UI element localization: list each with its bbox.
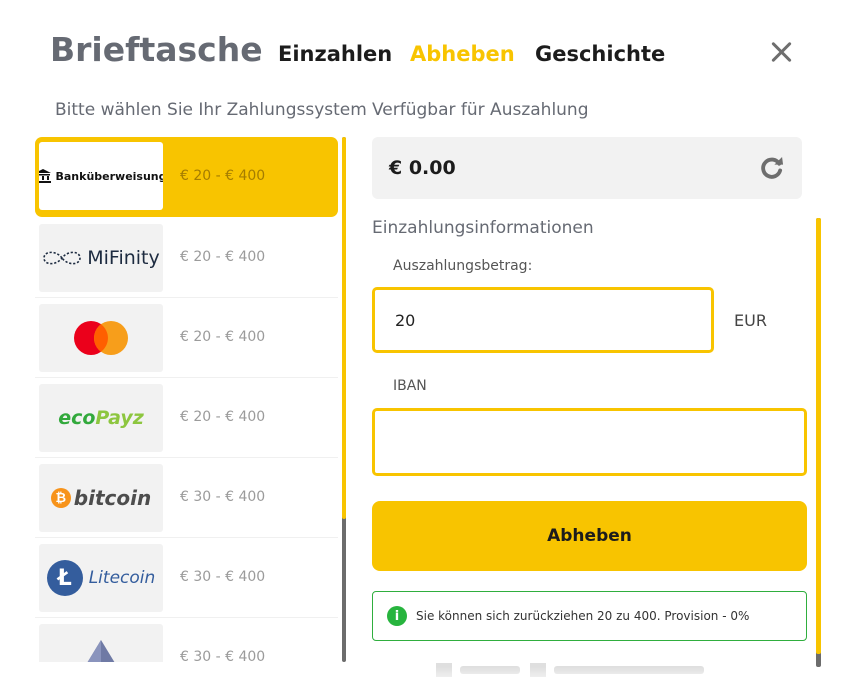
ecopayz-logo: ecoPayz: [39, 384, 163, 452]
info-heading: Einzahlungsinformationen: [372, 218, 594, 238]
iban-input[interactable]: [372, 408, 807, 476]
method-range: € 30 - € 400: [180, 649, 266, 662]
bank-logo-text: Banküberweisung: [55, 169, 163, 183]
ethereum-icon: [87, 640, 115, 662]
notice-text: Sie können sich zurückziehen 20 zu 400. …: [416, 609, 750, 623]
method-bitcoin[interactable]: ₿ bitcoin € 30 - € 400: [35, 458, 338, 538]
method-range: € 30 - € 400: [180, 489, 266, 505]
method-range: € 20 - € 400: [180, 329, 266, 345]
methods-scrollbar-thumb[interactable]: [342, 137, 346, 519]
bank-icon: [39, 169, 52, 183]
amount-input[interactable]: [372, 287, 714, 353]
page-title: Brieftasche: [50, 30, 263, 69]
ethereum-logo: [39, 624, 163, 662]
infinity-icon: [43, 251, 82, 265]
refresh-icon[interactable]: [759, 156, 784, 181]
method-range: € 20 - € 400: [180, 249, 266, 265]
method-mastercard[interactable]: € 20 - € 400: [35, 298, 338, 378]
method-litecoin[interactable]: Ł Litecoin € 30 - € 400: [35, 538, 338, 618]
method-ecopayz[interactable]: ecoPayz € 20 - € 400: [35, 378, 338, 458]
tab-einzahlen[interactable]: Einzahlen: [278, 42, 392, 66]
bitcoin-icon: ₿: [50, 488, 71, 508]
litecoin-icon: Ł: [46, 560, 83, 596]
bank-transfer-logo: Banküberweisung: [39, 142, 163, 210]
method-mifinity[interactable]: MiFinity € 20 - € 400: [35, 218, 338, 298]
method-range: € 20 - € 400: [180, 168, 266, 184]
method-range: € 20 - € 400: [180, 409, 266, 425]
info-notice: i Sie können sich zurückziehen 20 zu 400…: [372, 591, 807, 641]
bottom-fade: [360, 667, 850, 700]
iban-label: IBAN: [393, 378, 427, 394]
bitcoin-logo: ₿ bitcoin: [39, 464, 163, 532]
balance-box: € 0.00: [372, 137, 802, 199]
mastercard-logo: [39, 304, 163, 372]
amount-label: Auszahlungsbetrag:: [393, 258, 533, 274]
mifinity-logo: MiFinity: [39, 224, 163, 292]
withdraw-button[interactable]: Abheben: [372, 501, 807, 571]
litecoin-logo: Ł Litecoin: [39, 544, 163, 612]
close-icon[interactable]: [768, 38, 796, 66]
info-icon: i: [387, 606, 407, 626]
method-range: € 30 - € 400: [180, 569, 266, 585]
payment-method-list: Banküberweisung € 20 - € 400 MiFinity € …: [35, 137, 338, 662]
available-label: Verfügbar für Auszahlung: [372, 100, 589, 120]
method-bankueberweisung[interactable]: Banküberweisung € 20 - € 400: [35, 137, 338, 217]
currency-label: EUR: [734, 311, 767, 330]
tab-geschichte[interactable]: Geschichte: [535, 42, 665, 66]
payment-system-heading: Bitte wählen Sie Ihr Zahlungssystem: [55, 100, 367, 120]
mastercard-icon: [74, 321, 128, 355]
balance-value: € 0.00: [389, 157, 456, 179]
method-ethereum[interactable]: € 30 - € 400: [35, 618, 338, 662]
tab-abheben[interactable]: Abheben: [410, 42, 515, 66]
form-scrollbar-thumb[interactable]: [816, 218, 821, 654]
